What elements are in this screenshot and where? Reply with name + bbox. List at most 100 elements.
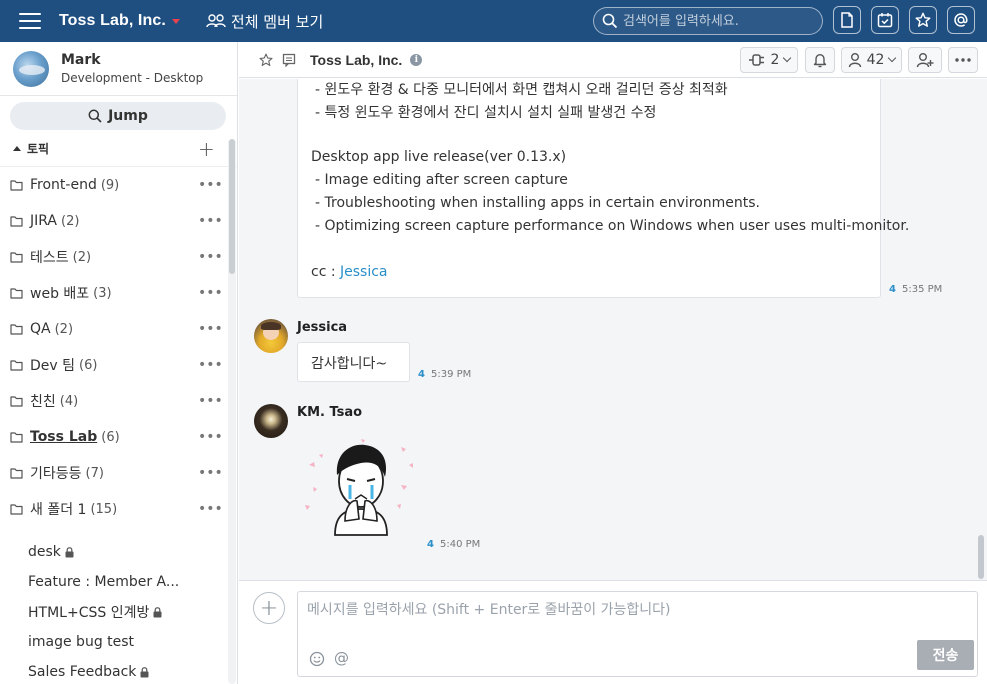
add-topic-button[interactable]: + [198,137,215,161]
lock-icon [65,546,74,558]
message-line: cc : Jessica [311,264,388,280]
message-input-box[interactable]: @ 전송 [297,591,978,677]
topic-item[interactable]: Feature : Member A... [0,567,237,597]
topics-header[interactable]: 토픽 + [0,131,237,167]
topic-label: HTML+CSS 인계방 [28,605,150,621]
folder-item[interactable]: web 배포 (3) ••• [0,275,237,311]
unread-count[interactable]: 4 [418,369,425,380]
timestamp: 5:39 PM [430,369,472,380]
avatar[interactable] [254,404,288,438]
collapse-icon[interactable] [13,146,21,151]
avatar[interactable] [13,50,49,87]
message-scrollbar[interactable] [978,535,984,579]
folder-item[interactable]: Toss Lab (6) ••• [0,419,237,455]
more-button[interactable] [948,47,978,73]
folder-item[interactable]: 기타등등 (7) ••• [0,455,237,491]
more-icon[interactable]: ••• [198,501,223,517]
more-icon[interactable]: ••• [198,285,223,301]
message-bubble[interactable]: 감사합니다~ [297,342,410,382]
jump-label: Jump [108,108,148,124]
unread-count[interactable]: 4 [889,284,896,295]
mention-link[interactable]: Jessica [340,264,388,280]
folder-icon [10,359,23,371]
more-icon[interactable]: ••• [198,393,223,409]
message-input[interactable] [307,599,907,639]
send-button[interactable]: 전송 [917,640,974,670]
folder-count: (2) [61,213,80,229]
invite-button[interactable] [908,47,942,73]
menu-icon[interactable] [19,13,41,29]
file-icon[interactable] [833,6,861,34]
more-icon[interactable]: ••• [198,177,223,193]
info-icon[interactable]: i [410,53,423,66]
topic-item[interactable]: HTML+CSS 인계방 [0,597,237,627]
sender-name[interactable]: Jessica [297,320,347,335]
folder-item[interactable]: JIRA (2) ••• [0,203,237,239]
star-icon[interactable] [909,6,937,34]
message-bubble[interactable]: - 윈도우 환경 & 다중 모니터에서 화면 캡쳐시 오래 걸리던 증상 최적화… [297,79,909,298]
timestamp: 5:40 PM [439,539,481,550]
chevron-down-icon [783,53,792,63]
folder-item[interactable]: 새 폴더 1 (15) ••• [0,491,237,527]
folder-item[interactable]: 친친 (4) ••• [0,383,237,419]
search-icon [602,13,618,29]
folder-icon [10,323,23,335]
topic-label: Feature : Member A... [28,574,180,590]
top-bar: Toss Lab, Inc. 전체 멤버 보기 [0,0,987,42]
more-icon[interactable]: ••• [198,465,223,481]
star-icon[interactable] [259,53,273,67]
search-input[interactable] [623,13,813,29]
profile-section[interactable]: Mark Development - Desktop [0,42,237,96]
folder-icon [10,395,23,407]
folder-icon [10,503,23,515]
person-icon [848,53,861,68]
mention-button[interactable]: @ [334,649,349,667]
all-members-label: 전체 멤버 보기 [230,12,324,31]
sender-name[interactable]: KM. Tsao [297,405,362,420]
more-icon[interactable]: ••• [198,321,223,337]
add-attachment-button[interactable]: + [253,592,285,624]
topic-item[interactable]: desk [0,537,237,567]
more-icon[interactable]: ••• [198,213,223,229]
all-members-button[interactable]: 전체 멤버 보기 [206,11,323,32]
members-button[interactable]: 42 [841,47,902,73]
cc-prefix: cc : [311,264,341,280]
chat-header: Toss Lab, Inc. i 2 42 [239,42,987,78]
jump-button[interactable]: Jump [10,102,226,130]
unread-count[interactable]: 4 [427,539,434,550]
avatar[interactable] [254,319,288,353]
at-icon[interactable] [947,6,975,34]
folder-count: (7) [85,465,104,481]
search-box[interactable] [593,7,823,35]
folder-item[interactable]: QA (2) ••• [0,311,237,347]
folder-item[interactable]: Front-end (9) ••• [0,167,237,203]
message-area[interactable]: - 윈도우 환경 & 다중 모니터에서 화면 캡쳐시 오래 걸리던 증상 최적화… [239,79,987,580]
notice-icon[interactable] [282,53,296,67]
emoji-icon[interactable] [309,651,325,667]
folder-count: (4) [59,393,79,409]
topic-label: image bug test [28,634,135,650]
team-caret-icon[interactable] [171,18,180,24]
notification-button[interactable] [805,47,835,73]
team-name[interactable]: Toss Lab, Inc. [59,12,166,30]
connect-button[interactable]: 2 [740,47,798,73]
more-icon[interactable]: ••• [198,357,223,373]
folder-icon [10,431,23,443]
topic-item[interactable]: image bug test [0,627,237,657]
folder-label: Toss Lab [30,429,98,445]
lock-icon [153,606,162,618]
folder-list: Front-end (9) ••• JIRA (2) ••• 테스트 (2) ••• web 배포… [0,167,237,527]
message-meta: 4 5:39 PM [418,369,471,380]
more-icon[interactable]: ••• [198,429,223,445]
topic-item[interactable]: Sales Feedback [0,657,237,684]
more-icon[interactable]: ••• [198,249,223,265]
folder-item[interactable]: Dev 팀 (6) ••• [0,347,237,383]
folder-count: (9) [100,177,120,193]
sticker-image[interactable] [301,435,421,547]
profile-subtitle: Development - Desktop [61,71,204,85]
message-line: - Optimizing screen capture performance … [315,218,910,234]
sidebar-scrollbar[interactable] [229,139,235,274]
calendar-check-icon[interactable] [871,6,899,34]
topic-label: desk [28,544,61,560]
folder-item[interactable]: 테스트 (2) ••• [0,239,237,275]
